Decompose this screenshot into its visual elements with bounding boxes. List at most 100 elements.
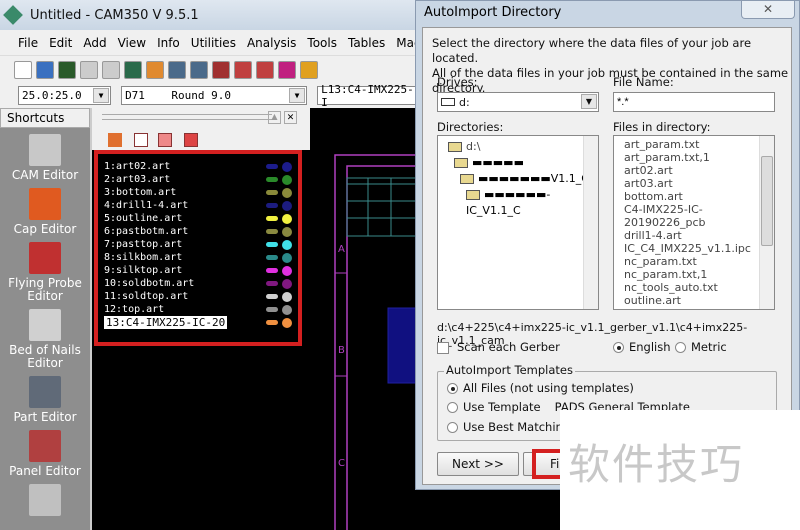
menu-file[interactable]: File [18, 36, 38, 50]
scrollbar[interactable] [759, 136, 774, 309]
panel-maximize-button[interactable]: ▲ [268, 111, 281, 124]
layer-row[interactable]: 4:drill1-4.art [104, 199, 292, 212]
layer-row[interactable]: 1:art02.art [104, 160, 292, 173]
menu-edit[interactable]: Edit [49, 36, 72, 50]
layer-visibility-dot[interactable] [282, 213, 292, 224]
color-icon[interactable] [278, 60, 296, 79]
grid-snap-icon[interactable] [256, 60, 274, 79]
drives-select[interactable]: d: ▼ [437, 92, 599, 112]
layer-visibility-dot[interactable] [282, 317, 292, 328]
layer-add-icon[interactable] [134, 133, 148, 147]
file-item[interactable]: art_param.txt [619, 138, 774, 151]
zoom-in-icon[interactable] [168, 60, 186, 79]
layer-visibility-dot[interactable] [282, 278, 292, 289]
layer-color-swatch[interactable] [266, 177, 278, 182]
layer-row[interactable]: 8:silkbom.art [104, 251, 292, 264]
radio-icon[interactable] [447, 383, 458, 394]
scan-checkbox[interactable]: Scan each Gerber [437, 340, 560, 354]
chevron-down-icon[interactable]: ▼ [581, 94, 597, 109]
layer-visibility-dot[interactable] [282, 161, 292, 172]
directory-item[interactable]: ▬▬▬▬▬▬▬V1.1_G [443, 171, 598, 187]
pcb-canvas[interactable]: A B C [310, 108, 415, 530]
layer-tool-icon[interactable] [108, 133, 122, 147]
redo-icon[interactable] [102, 60, 120, 79]
layer-row[interactable]: 11:soldtop.art [104, 290, 292, 303]
dcode-select[interactable]: D71 Round 9.0 ▼ [121, 86, 308, 105]
layer-row[interactable]: 9:silktop.art [104, 264, 292, 277]
shortcut-item[interactable]: Part Editor [0, 376, 90, 424]
template-option-all[interactable]: All Files (not using templates) [447, 381, 634, 395]
layer-visibility-dot[interactable] [282, 187, 292, 198]
file-item[interactable]: C4-IMX225-IC-20190226_pcb [619, 203, 774, 229]
chevron-down-icon[interactable]: ▼ [289, 88, 306, 103]
menu-tables[interactable]: Tables [348, 36, 385, 50]
checkbox-icon[interactable] [437, 341, 449, 354]
file-item[interactable]: art03.art [619, 177, 774, 190]
layer-visibility-dot[interactable] [282, 174, 292, 185]
dialog-close-button[interactable]: ✕ [741, 1, 795, 19]
panel-grip[interactable] [102, 114, 272, 120]
shortcut-item[interactable]: Cap Editor [0, 188, 90, 236]
radio-icon[interactable] [447, 402, 458, 413]
layer-add-icon[interactable] [212, 60, 230, 79]
layer-color-swatch[interactable] [266, 203, 278, 208]
file-item[interactable]: bottom.art [619, 190, 774, 203]
layer-row[interactable]: 10:soldbotm.art [104, 277, 292, 290]
layer-color-swatch[interactable] [266, 242, 278, 247]
file-item[interactable]: pastbotm.art [619, 307, 774, 309]
flash-icon[interactable] [300, 60, 318, 79]
grid-select[interactable]: 25.0:25.0 ▼ [18, 86, 112, 105]
layer-color-swatch[interactable] [266, 229, 278, 234]
layer-color-swatch[interactable] [266, 255, 278, 260]
file-item[interactable]: nc_tools_auto.txt [619, 281, 774, 294]
undo-icon[interactable] [80, 60, 98, 79]
radio-icon[interactable] [447, 422, 458, 433]
layer-color-swatch[interactable] [266, 164, 278, 169]
layer-color-swatch[interactable] [266, 294, 278, 299]
clean-icon[interactable] [146, 60, 164, 79]
layer-row[interactable]: 13:C4-IMX225-IC-20 [104, 316, 292, 329]
panel-close-button[interactable]: ✕ [284, 111, 297, 124]
directory-item[interactable]: d:\ [443, 139, 598, 155]
save-icon[interactable] [58, 60, 76, 79]
menu-info[interactable]: Info [157, 36, 180, 50]
next-button[interactable]: Next >> [437, 452, 519, 476]
directory-item[interactable]: ▬▬▬▬▬▬-IC_V1.1_C [443, 187, 598, 219]
layer-color-swatch[interactable] [266, 307, 278, 312]
menu-add[interactable]: Add [83, 36, 106, 50]
radio-icon[interactable] [675, 342, 686, 353]
file-item[interactable]: nc_param.txt,1 [619, 268, 774, 281]
menu-tools[interactable]: Tools [307, 36, 337, 50]
new-icon[interactable] [14, 60, 32, 79]
file-item[interactable]: IC_C4_IMX225_v1.1.ipc [619, 242, 774, 255]
layer-color-swatch[interactable] [266, 320, 278, 325]
file-item[interactable]: art_param.txt,1 [619, 151, 774, 164]
layer-row[interactable]: 12:top.art [104, 303, 292, 316]
file-item[interactable]: outline.art [619, 294, 774, 307]
files-list[interactable]: art_param.txt art_param.txt,1 art02.art art… [613, 135, 775, 310]
file-item[interactable]: nc_param.txt [619, 255, 774, 268]
layer-visibility-dot[interactable] [282, 304, 292, 315]
menu-view[interactable]: View [118, 36, 146, 50]
shortcut-item[interactable]: Panel Editor [0, 430, 90, 478]
layer-row[interactable]: 2:art03.art [104, 173, 292, 186]
layer-visibility-dot[interactable] [282, 265, 292, 276]
units-metric-radio[interactable]: Metric [675, 340, 727, 354]
layer-visibility-dot[interactable] [282, 239, 292, 250]
layer-visibility-dot[interactable] [282, 200, 292, 211]
menu-analysis[interactable]: Analysis [247, 36, 296, 50]
layer-row[interactable]: 3:bottom.art [104, 186, 292, 199]
units-english-radio[interactable]: English [613, 340, 671, 354]
scrollbar[interactable] [583, 136, 598, 309]
chevron-down-icon[interactable]: ▼ [93, 88, 110, 103]
shortcut-item[interactable]: Bed of Nails Editor [0, 309, 90, 370]
grid-icon[interactable] [234, 60, 252, 79]
layer-visibility-dot[interactable] [282, 291, 292, 302]
zoom-out-icon[interactable] [190, 60, 208, 79]
layer-row[interactable]: 7:pasttop.art [104, 238, 292, 251]
filename-input[interactable] [613, 92, 775, 112]
shortcut-item[interactable]: CAM Editor [0, 134, 90, 182]
layer-color-swatch[interactable] [266, 281, 278, 286]
layer-delete-icon[interactable] [184, 133, 198, 147]
layer-color-swatch[interactable] [266, 268, 278, 273]
